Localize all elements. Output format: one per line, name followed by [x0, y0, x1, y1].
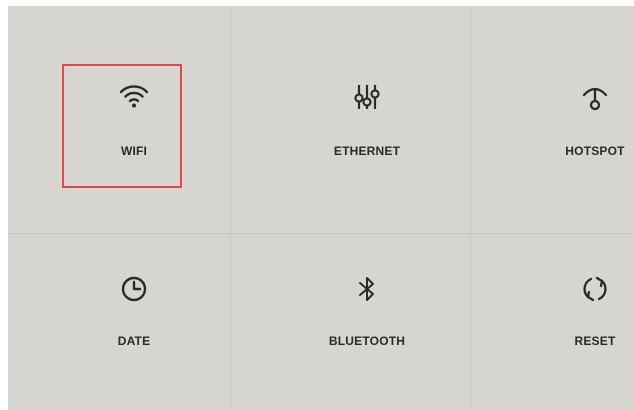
- date-tile[interactable]: DATE: [70, 274, 198, 348]
- ethernet-label: ETHERNET: [333, 144, 401, 158]
- grid-divider: [230, 6, 231, 410]
- hotspot-icon: [580, 82, 610, 112]
- ethernet-icon: [352, 82, 382, 112]
- bluetooth-tile[interactable]: BLUETOOTH: [303, 274, 431, 348]
- reset-label: RESET: [574, 334, 616, 348]
- bluetooth-icon: [352, 274, 382, 304]
- date-label: DATE: [117, 334, 151, 348]
- grid-divider: [8, 233, 634, 234]
- grid-divider: [470, 6, 471, 410]
- bluetooth-label: BLUETOOTH: [328, 334, 406, 348]
- selection-highlight: [62, 64, 182, 188]
- refresh-icon: [580, 274, 610, 304]
- clock-icon: [119, 274, 149, 304]
- hotspot-label: HOTSPOT: [565, 144, 625, 158]
- ethernet-tile[interactable]: ETHERNET: [303, 82, 431, 158]
- reset-tile[interactable]: RESET: [531, 274, 634, 348]
- hotspot-tile[interactable]: HOTSPOT: [531, 82, 634, 158]
- settings-panel: WIFI ETHERNET HOTSPOT DATE BLUETOOTH RES…: [8, 6, 634, 410]
